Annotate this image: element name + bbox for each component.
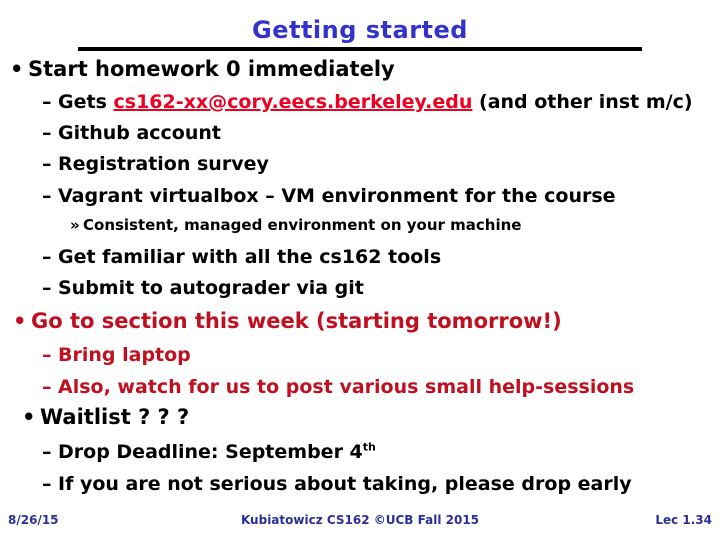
subbullet-registration-survey: – Registration survey xyxy=(42,153,269,175)
bullet-marker-dash: – xyxy=(42,122,52,144)
bullet-go-to-section: • Go to section this week (starting tomor… xyxy=(13,309,562,333)
bullet-marker-dash: – xyxy=(42,473,52,495)
subbullet-submit-autograder: – Submit to autograder via git xyxy=(42,277,364,299)
subbullet-drop-early: – If you are not serious about taking, pl… xyxy=(42,473,632,495)
subsubbullet-text: Consistent, managed environment on your … xyxy=(83,216,522,234)
subbullet-gets-email: – Gets cs162-xx@cory.eecs.berkeley.edu (a… xyxy=(42,91,693,113)
subbullet-text: Github account xyxy=(58,122,221,144)
subbullet-text: Bring laptop xyxy=(58,344,191,366)
email-link[interactable]: cs162-xx@cory.eecs.berkeley.edu xyxy=(114,91,473,113)
bullet-marker-dash: – xyxy=(42,153,52,175)
subbullet-help-sessions: – Also, watch for us to post various smal… xyxy=(42,376,634,398)
bullet-marker-dash: – xyxy=(42,185,52,207)
bullet-marker-dot: • xyxy=(22,405,36,429)
subsubbullet-consistent-environment: » Consistent, managed environment on your… xyxy=(70,216,521,234)
bullet-text: Start homework 0 immediately xyxy=(28,57,395,81)
subbullet-text: Drop Deadline: September 4 xyxy=(58,441,363,463)
bullet-marker-dash: – xyxy=(42,246,52,268)
bullet-marker-dash: – xyxy=(42,91,52,113)
bullet-marker-chevron: » xyxy=(70,216,80,234)
bullet-text: Go to section this week (starting tomorr… xyxy=(31,309,562,333)
bullet-marker-dash: – xyxy=(42,344,52,366)
slide-title: Getting started xyxy=(252,16,468,44)
subbullet-text: If you are not serious about taking, ple… xyxy=(58,473,632,495)
subbullet-vagrant-virtualbox: – Vagrant virtualbox – VM environment for… xyxy=(42,185,616,207)
subbullet-get-familiar-tools: – Get familiar with all the cs162 tools xyxy=(42,246,441,268)
slide-canvas: Getting started • Start homework 0 immedi… xyxy=(0,0,720,540)
bullet-waitlist: • Waitlist ? ? ? xyxy=(22,405,189,429)
subbullet-drop-deadline: – Drop Deadline: September 4th xyxy=(42,441,376,463)
bullet-marker-dash: – xyxy=(42,376,52,398)
bullet-start-homework: • Start homework 0 immediately xyxy=(10,57,395,81)
bullet-marker-dot: • xyxy=(13,309,27,333)
subbullet-text: Registration survey xyxy=(58,153,269,175)
subbullet-text: Submit to autograder via git xyxy=(58,277,364,299)
subbullet-bring-laptop: – Bring laptop xyxy=(42,344,191,366)
bullet-marker-dash: – xyxy=(42,277,52,299)
subbullet-text: Vagrant virtualbox – VM environment for … xyxy=(58,185,616,207)
title-underline-rule xyxy=(78,47,642,51)
footer-lecture-number: Lec 1.34 xyxy=(655,513,712,527)
subbullet-text: Also, watch for us to post various small… xyxy=(58,376,635,398)
bullet-marker-dash: – xyxy=(42,441,52,463)
ordinal-suffix: th xyxy=(362,440,376,454)
bullet-text: Waitlist ? ? ? xyxy=(40,405,190,429)
bullet-marker-dot: • xyxy=(10,57,24,81)
subbullet-prefix-text: Gets xyxy=(58,91,114,113)
subbullet-suffix-text: (and other inst m/c) xyxy=(472,91,693,113)
subbullet-github-account: – Github account xyxy=(42,122,221,144)
subbullet-text: Get familiar with all the cs162 tools xyxy=(58,246,442,268)
